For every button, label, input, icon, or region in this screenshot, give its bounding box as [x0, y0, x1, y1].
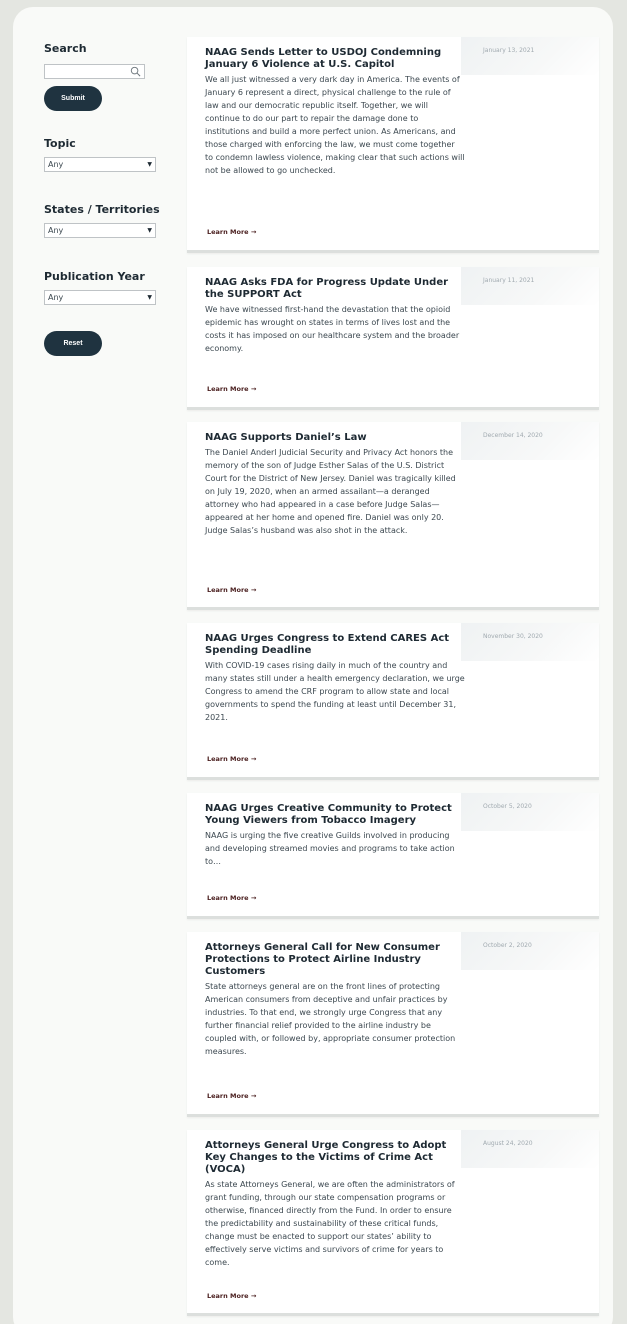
article-card: October 5, 2020 NAAG Urges Creative Comm…: [187, 793, 599, 919]
article-date: October 5, 2020: [483, 803, 532, 810]
article-title[interactable]: NAAG Urges Congress to Extend CARES Act …: [205, 633, 465, 657]
article-card: January 11, 2021 NAAG Asks FDA for Progr…: [187, 267, 599, 410]
article-card: August 24, 2020 Attorneys General Urge C…: [187, 1130, 599, 1316]
learn-more-link[interactable]: Learn More →: [207, 228, 256, 236]
article-title[interactable]: NAAG Supports Daniel’s Law: [205, 432, 465, 444]
learn-more-link[interactable]: Learn More →: [207, 894, 256, 902]
year-select[interactable]: Any ▼: [44, 290, 156, 305]
article-title[interactable]: NAAG Sends Letter to USDOJ Condemning Ja…: [205, 47, 465, 71]
learn-more-link[interactable]: Learn More →: [207, 1292, 256, 1300]
learn-more-link[interactable]: Learn More →: [207, 586, 256, 594]
search-label: Search: [44, 42, 87, 55]
date-box: October 5, 2020: [461, 793, 599, 831]
article-card: January 13, 2021 NAAG Sends Letter to US…: [187, 37, 599, 253]
submit-button[interactable]: Submit: [44, 86, 102, 111]
date-box: October 2, 2020: [461, 932, 599, 970]
states-select-value: Any: [48, 226, 64, 235]
date-box: January 13, 2021: [461, 37, 599, 75]
year-select-value: Any: [48, 293, 64, 302]
topic-label: Topic: [44, 137, 76, 150]
topic-select[interactable]: Any ▼: [44, 157, 156, 172]
article-excerpt: With COVID-19 cases rising daily in much…: [205, 661, 465, 722]
date-box: November 30, 2020: [461, 623, 599, 661]
article-date: January 11, 2021: [483, 277, 535, 284]
states-select[interactable]: Any ▼: [44, 223, 156, 238]
article-date: January 13, 2021: [483, 47, 535, 54]
article-excerpt: State attorneys general are on the front…: [205, 982, 456, 1056]
year-label: Publication Year: [44, 270, 145, 283]
learn-more-link[interactable]: Learn More →: [207, 385, 256, 393]
article-excerpt: We have witnessed first-hand the devasta…: [205, 305, 460, 353]
chevron-down-icon: ▼: [147, 227, 152, 234]
date-box: January 11, 2021: [461, 267, 599, 305]
article-title[interactable]: Attorneys General Call for New Consumer …: [205, 942, 465, 978]
article-excerpt: We all just witnessed a very dark day in…: [205, 75, 465, 175]
article-excerpt: NAAG is urging the five creative Guilds …: [205, 831, 455, 866]
article-title[interactable]: NAAG Asks FDA for Progress Update Under …: [205, 277, 465, 301]
search-input[interactable]: [44, 64, 145, 79]
topic-select-value: Any: [48, 160, 64, 169]
article-excerpt: As state Attorneys General, we are often…: [205, 1180, 455, 1267]
article-date: August 24, 2020: [483, 1140, 533, 1147]
article-card: October 2, 2020 Attorneys General Call f…: [187, 932, 599, 1117]
reset-button[interactable]: Reset: [44, 331, 102, 356]
date-box: August 24, 2020: [461, 1130, 599, 1168]
learn-more-link[interactable]: Learn More →: [207, 1092, 256, 1100]
article-title[interactable]: NAAG Urges Creative Community to Protect…: [205, 803, 465, 827]
article-card: November 30, 2020 NAAG Urges Congress to…: [187, 623, 599, 780]
article-excerpt: The Daniel Anderl Judicial Security and …: [205, 448, 456, 535]
learn-more-link[interactable]: Learn More →: [207, 755, 256, 763]
search-icon[interactable]: [130, 66, 141, 77]
chevron-down-icon: ▼: [147, 161, 152, 168]
chevron-down-icon: ▼: [147, 294, 152, 301]
article-date: December 14, 2020: [483, 432, 543, 439]
states-label: States / Territories: [44, 203, 160, 216]
article-card: December 14, 2020 NAAG Supports Daniel’s…: [187, 422, 599, 610]
article-date: October 2, 2020: [483, 942, 532, 949]
date-box: December 14, 2020: [461, 422, 599, 460]
article-date: November 30, 2020: [483, 633, 543, 640]
article-title[interactable]: Attorneys General Urge Congress to Adopt…: [205, 1140, 465, 1176]
